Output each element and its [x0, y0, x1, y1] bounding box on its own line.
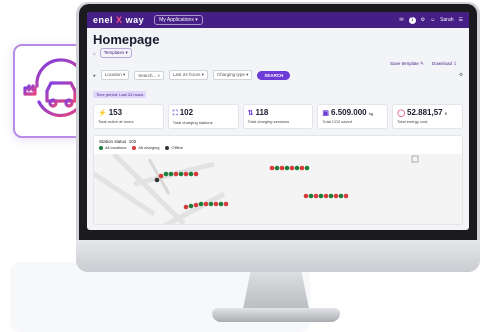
location-select[interactable]: Location ▾ [100, 70, 130, 80]
search-button[interactable]: SEARCH [257, 70, 291, 80]
monitor-base [212, 308, 340, 322]
kpi-value: 153 [108, 108, 123, 117]
brand-logo[interactable]: enel X way [93, 15, 144, 25]
legend-item[interactable]: Alt charging [132, 145, 159, 150]
kpi-value: 102 [179, 108, 194, 117]
kpi-card: ▣ 6.509.000 kg Total CO2 saved [317, 104, 389, 129]
kpi-label: Total charging sessions [247, 119, 290, 124]
page-title: Homepage [93, 32, 160, 47]
monitor-chin [76, 240, 480, 272]
legend-item[interactable]: All locations [99, 145, 126, 150]
filter-icon[interactable]: ⚙ [459, 72, 463, 78]
kpi-value: 118 [255, 108, 269, 117]
monitor: enel X way My Applications ▾ ✉ 1 ⚙ ☺ Sar… [76, 2, 480, 272]
kpi-label: Total active at hours [98, 119, 134, 124]
avatar[interactable]: ☺ [430, 17, 435, 23]
kpi-value: 52.881,57 [407, 108, 443, 117]
sessions-icon: ⇅ [247, 110, 254, 117]
kpi-unit: € [444, 111, 448, 116]
map-pin-icon: ● [93, 72, 96, 78]
period-select[interactable]: Last 24 hours ▾ [169, 70, 208, 80]
kpi-value: 6.509.000 [331, 108, 367, 117]
kpi-row: ⚡ 153 Total active at hours ⛶ 102 Total ch… [87, 101, 469, 132]
user-name[interactable]: Sarah [440, 17, 453, 23]
station-map[interactable] [94, 154, 463, 225]
kpi-card: ⚡ 153 Total active at hours [93, 104, 164, 129]
cost-icon: ◯ [397, 110, 406, 117]
settings-icon[interactable]: ⚙ [421, 17, 425, 23]
station-legend: All locations Alt charging Offline [94, 145, 462, 150]
kpi-card: ⇅ 118 Total charging sessions [242, 104, 314, 129]
bell-icon[interactable]: ✉ [399, 17, 403, 23]
search-input[interactable]: Search... ⌕ [134, 70, 165, 80]
menu-icon[interactable]: ☰ [459, 17, 463, 23]
save-template-link[interactable]: Save template ✎ [390, 61, 424, 67]
monitor-bezel: enel X way My Applications ▾ ✉ 1 ⚙ ☺ Sar… [79, 4, 477, 240]
station-status-card: Station status 102 All locations Alt cha… [93, 135, 463, 225]
kpi-card: ◯ 52.881,57 € Total energy cost [392, 104, 463, 129]
kpi-label: Total charging stations [172, 120, 213, 125]
kpi-card: ⛶ 102 Total charging stations [167, 104, 239, 129]
station-cluster[interactable] [303, 193, 349, 199]
kpi-label: Total CO2 saved [322, 119, 352, 124]
charging-station-icon: ⛶ [172, 110, 178, 117]
kpi-unit: kg [368, 111, 374, 116]
period-tag[interactable]: Time period: Last 24 hours [93, 91, 147, 98]
notification-badge[interactable]: 1 [408, 16, 416, 24]
home-tab-icon[interactable]: ⌂ [93, 51, 96, 56]
battery-icon: ▣ [322, 110, 330, 117]
download-link[interactable]: Download ⇩ [432, 61, 457, 67]
station-count: 102 [128, 139, 137, 144]
charging-type-select[interactable]: Charging type ▾ [212, 70, 253, 80]
templates-dropdown[interactable]: Templates ▾ [99, 48, 132, 58]
my-applications-button[interactable]: My Applications ▾ [154, 15, 203, 25]
station-status-title: Station status [99, 139, 127, 144]
legend-item[interactable]: Offline [165, 145, 183, 150]
top-bar: enel X way My Applications ▾ ✉ 1 ⚙ ☺ Sar… [87, 12, 469, 28]
kpi-label: Total energy cost [397, 119, 428, 124]
charging-point-icon: ⚡ [98, 110, 107, 117]
screen: enel X way My Applications ▾ ✉ 1 ⚙ ☺ Sar… [87, 12, 469, 230]
